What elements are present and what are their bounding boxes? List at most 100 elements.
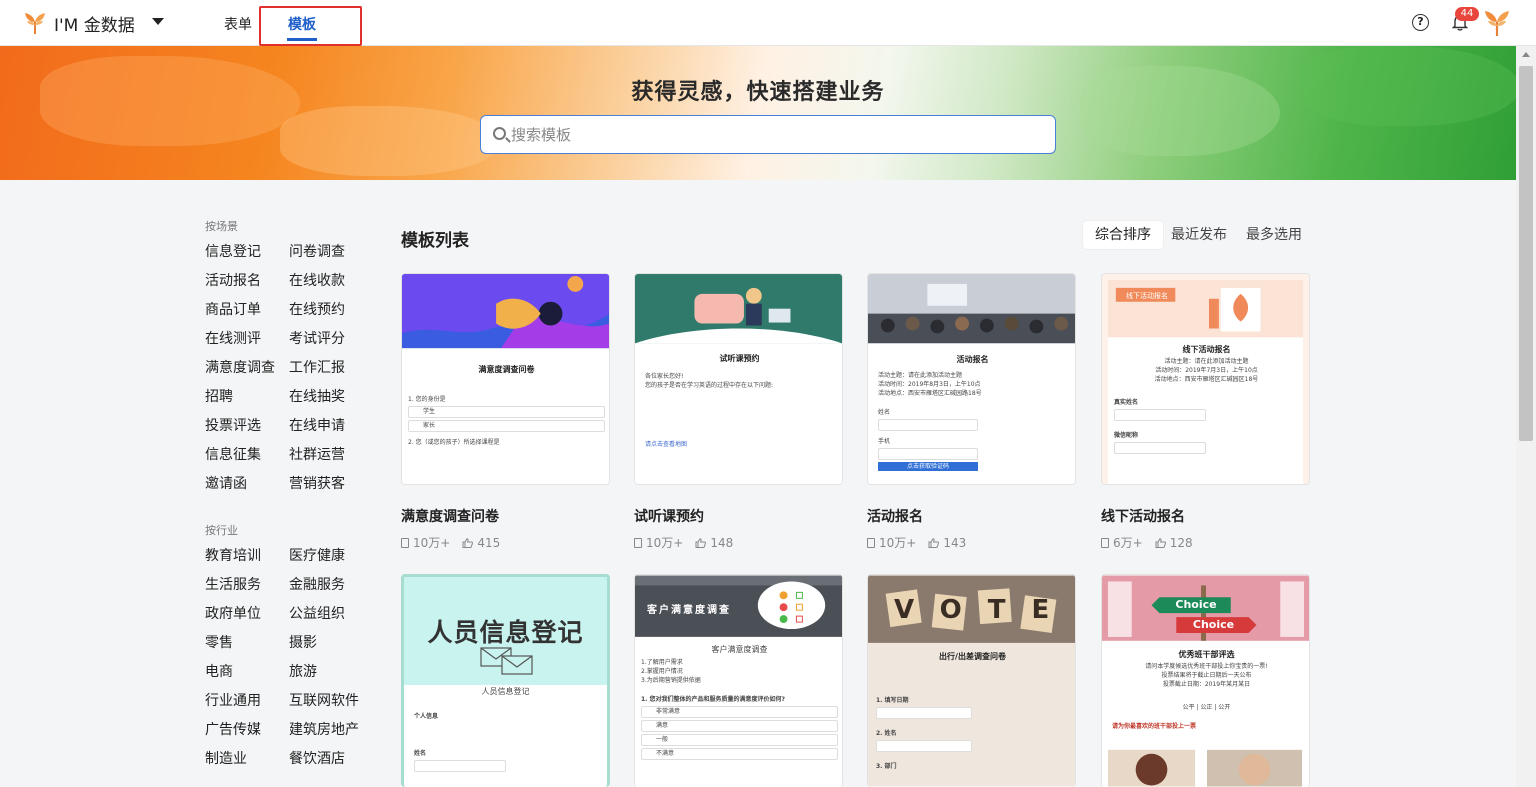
avatar[interactable] [1482,8,1512,38]
help-icon[interactable]: ? [1412,14,1429,31]
industry-item[interactable]: 医疗健康 [289,542,373,571]
scene-item[interactable]: 社群运营 [289,441,373,470]
like-count: 128 [1169,535,1193,550]
scene-item[interactable]: 工作汇报 [289,354,373,383]
sort-most-used[interactable]: 最多选用 [1234,221,1314,249]
thumb-option: 家长 [408,420,605,432]
like-count: 143 [943,535,967,550]
industry-heading: 按行业 [205,524,238,537]
thumb-line: 各位家长您好! [645,373,684,380]
industry-item[interactable]: 餐饮酒店 [289,745,373,774]
thumb-option: 满意 [641,720,838,732]
industry-item[interactable]: 制造业 [205,745,289,774]
thumb-banner-text: 客户满意度调查 [647,605,731,616]
industry-item[interactable]: 建筑房地产 [289,716,373,745]
scene-item[interactable]: 考试评分 [289,325,373,354]
scene-item[interactable]: 投票评选 [205,412,289,441]
thumb-option: 不满意 [641,748,838,760]
scene-item[interactable]: 商品订单 [205,296,289,325]
template-title[interactable]: 试听课预约 [634,506,704,526]
industry-item[interactable]: 旅游 [289,658,373,687]
thumb-link: 请点击查看地图 [645,441,688,448]
scroll-up-arrow-icon[interactable] [1522,52,1530,57]
scene-item[interactable]: 在线测评 [205,325,289,354]
thumbs-up-icon [928,537,940,548]
thumb-question: 1. 您对我们整体的产品和服务质量的满意度评价如何? [641,696,786,703]
industry-item[interactable]: 行业通用 [205,687,289,716]
jinshuju-logo-icon[interactable] [22,10,48,36]
envelope-icon [480,647,533,675]
template-card[interactable]: 满意度调查问卷 1. 您的身份是 学生 家长 2. 您（或您的孩子）所选择课程是 [401,273,610,485]
paint-stroke [280,106,500,176]
thumb-big-heading: 人员信息登记 [427,618,584,647]
thumbnail-body: 活动报名 活动主题：请在此添加活动主题 活动时间：2019年8月3日，上午10点… [868,354,1075,471]
template-title[interactable]: 满意度调查问卷 [401,506,499,526]
thumb-field [876,740,972,752]
template-title[interactable]: 活动报名 [867,506,923,526]
thumb-option: 非常满意 [641,706,838,718]
hero-banner: 获得灵感，快速搭建业务 [0,46,1516,180]
chevron-down-icon[interactable] [152,18,164,25]
scene-item[interactable]: 信息征集 [205,441,289,470]
scroll-thumb[interactable] [1519,66,1533,441]
thumbnail-body: 客户满意度调查 1.了解用户需求 2.掌握用户情况 3.为后期营销提供依据 1.… [635,645,842,762]
search-input[interactable] [511,122,1031,148]
template-card[interactable]: 人员信息登记 人员信息登记 个人信息 姓名 [401,574,610,787]
scene-item[interactable]: 在线收款 [289,267,373,296]
thumb-heading: 优秀班干部评选 [1178,650,1235,659]
scene-item[interactable]: 在线抽奖 [289,383,373,412]
banner-title: 获得灵感，快速搭建业务 [631,80,885,105]
template-stats: 10万+ 143 [867,534,966,551]
template-card[interactable]: 试听课预约 各位家长您好! 您的孩子是否在学习英语的过程中存在以下问题: 请点击… [634,273,843,485]
tab-forms[interactable]: 表单 [224,14,252,34]
scene-item[interactable]: 在线预约 [289,296,373,325]
thumb-sign-text: Choice [1175,598,1217,611]
scene-item[interactable]: 满意度调查 [205,354,289,383]
scene-item[interactable]: 活动报名 [205,267,289,296]
sort-comprehensive[interactable]: 综合排序 [1083,221,1163,249]
thumb-line: 活动主题：请在此添加活动主题 [1164,358,1249,365]
template-card[interactable]: 活动报名 活动主题：请在此添加活动主题 活动时间：2019年8月3日，上午10点… [867,273,1076,485]
thumb-field [878,448,978,460]
use-count: 10万+ [413,536,451,550]
industry-item[interactable]: 广告传媒 [205,716,289,745]
industry-item[interactable]: 互联网软件 [289,687,373,716]
industry-item[interactable]: 零售 [205,629,289,658]
thumbnail-body: 人员信息登记 个人信息 姓名 [404,687,607,774]
template-stats: 6万+ 128 [1101,534,1193,551]
template-card[interactable]: Choice Choice 优秀班干部评选 请问本学度候选优秀班干部投上你宝贵的… [1101,574,1310,787]
search-box[interactable] [480,115,1056,154]
thumb-motto: 公平 | 公正 | 公开 [1182,704,1231,711]
page-scrollbar[interactable] [1516,46,1536,787]
copy-icon [867,537,875,548]
industry-item[interactable]: 教育培训 [205,542,289,571]
thumb-line: 活动地点：西安市雁塔区汇碱园路18号 [878,390,982,397]
scene-item[interactable]: 邀请函 [205,470,289,499]
scene-heading: 按场景 [205,220,238,233]
sort-recent[interactable]: 最近发布 [1159,221,1239,249]
template-card[interactable]: 客户满意度调查 客户满意度调查 1.了解用户需求 2.掌握用户情况 3.为后期营… [634,574,843,787]
thumb-field-label: 微信昵称 [1114,432,1139,439]
template-stats: 10万+ 415 [401,534,500,551]
template-card[interactable]: VOTE 出行/出差调查问卷 1. 填写日期 2. 姓名 3. 部门 [867,574,1076,787]
industry-item[interactable]: 电商 [205,658,289,687]
use-count: 10万+ [646,536,684,550]
scene-item[interactable]: 招聘 [205,383,289,412]
scene-item[interactable]: 营销获客 [289,470,373,499]
scene-item[interactable]: 信息登记 [205,238,289,267]
scene-item[interactable]: 在线申请 [289,412,373,441]
use-count: 6万+ [1113,536,1143,550]
app-name[interactable]: I'M 金数据 [54,11,135,36]
industry-item[interactable]: 公益组织 [289,600,373,629]
thumb-heading: 满意度调查问卷 [478,365,535,374]
industry-item[interactable]: 生活服务 [205,571,289,600]
notification-badge: 44 [1455,7,1479,21]
thumb-line: 您的孩子是否在学习英语的过程中存在以下问题: [645,382,774,389]
scene-item[interactable]: 问卷调查 [289,238,373,267]
copy-icon [634,537,642,548]
industry-item[interactable]: 摄影 [289,629,373,658]
template-title[interactable]: 线下活动报名 [1101,506,1185,526]
industry-item[interactable]: 政府单位 [205,600,289,629]
industry-item[interactable]: 金融服务 [289,571,373,600]
template-card[interactable]: 线下活动报名 线下活动报名 活动主题：请在此添加活动主题 活动时间：2019年7… [1101,273,1310,485]
